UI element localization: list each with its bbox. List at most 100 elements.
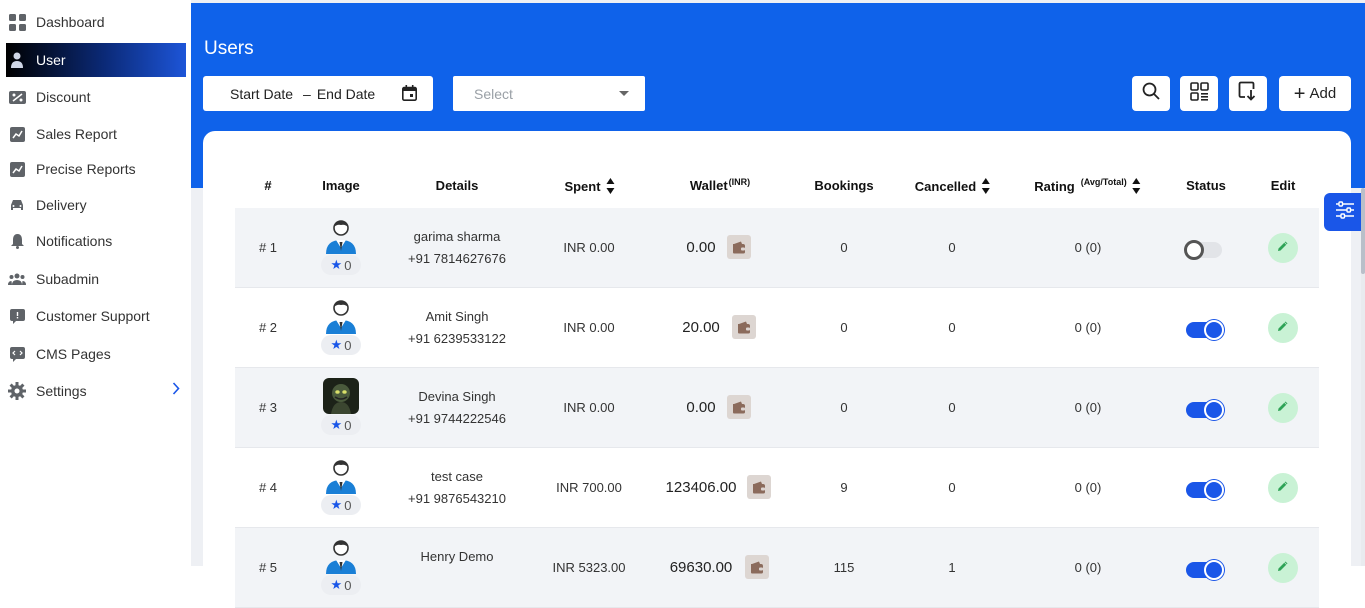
bookings-value: 0 bbox=[840, 400, 848, 415]
sort-icon[interactable] bbox=[1132, 178, 1142, 194]
column-header-wallet: Wallet (INR) bbox=[689, 176, 751, 194]
edit-button[interactable] bbox=[1268, 313, 1298, 343]
sidebar-item-cms-pages[interactable]: CMS Pages bbox=[6, 337, 186, 371]
bookings-value: 0 bbox=[840, 240, 848, 255]
edit-button[interactable] bbox=[1268, 553, 1298, 583]
rating-value: 0 (0) bbox=[1074, 320, 1102, 335]
wallet-icon[interactable] bbox=[747, 475, 771, 499]
wallet-amount: 20.00 bbox=[682, 319, 720, 336]
dashboard-icon bbox=[8, 13, 26, 31]
column-header-number: # bbox=[264, 178, 272, 193]
edit-button[interactable] bbox=[1268, 233, 1298, 263]
sidebar-item-precise-reports[interactable]: Precise Reports bbox=[6, 152, 186, 186]
status-toggle[interactable] bbox=[1186, 320, 1224, 340]
star-icon: ★ bbox=[330, 577, 343, 592]
spent-value: INR 0.00 bbox=[563, 400, 615, 415]
pencil-icon bbox=[1277, 319, 1289, 337]
sidebar-item-dashboard[interactable]: Dashboard bbox=[6, 5, 186, 39]
filter-settings-tab[interactable] bbox=[1324, 193, 1365, 231]
table-row: # 4 ★ 0 test case +91 9876543210 INR 700.00 12… bbox=[235, 448, 1319, 528]
qr-code-button[interactable] bbox=[1180, 76, 1218, 111]
pencil-icon bbox=[1277, 239, 1289, 257]
search-button[interactable] bbox=[1132, 76, 1170, 111]
rating-badge: ★ 0 bbox=[321, 255, 361, 275]
sidebar-item-sales-report[interactable]: Sales Report bbox=[6, 117, 186, 151]
bookings-value: 115 bbox=[833, 560, 855, 575]
sidebar-item-label: Delivery bbox=[36, 197, 87, 213]
status-toggle[interactable] bbox=[1186, 400, 1224, 420]
star-icon: ★ bbox=[330, 497, 343, 512]
rating-badge: ★ 0 bbox=[321, 495, 361, 515]
sidebar-item-notifications[interactable]: Notifications bbox=[6, 224, 186, 258]
user-name: garima sharma bbox=[413, 229, 501, 244]
rating-value: 0 (0) bbox=[1074, 400, 1102, 415]
scrollbar-thumb[interactable] bbox=[1361, 188, 1365, 274]
rating-badge-value: 0 bbox=[344, 337, 352, 353]
pencil-icon bbox=[1277, 479, 1289, 497]
status-toggle[interactable] bbox=[1186, 560, 1224, 580]
star-icon: ★ bbox=[330, 257, 343, 272]
export-download-icon bbox=[1238, 81, 1258, 106]
export-button[interactable] bbox=[1229, 76, 1267, 111]
sidebar-item-subadmin[interactable]: Subadmin bbox=[6, 262, 186, 296]
discount-icon bbox=[8, 88, 26, 106]
sort-icon[interactable] bbox=[606, 178, 616, 194]
plus-icon: + bbox=[1293, 82, 1306, 105]
sidebar-item-label: Dashboard bbox=[36, 14, 105, 30]
support-chat-icon bbox=[8, 307, 26, 325]
table-row: # 5 ★ 0 Henry Demo INR 5323.00 69630.00 115 1 0 … bbox=[235, 528, 1319, 608]
date-range-picker[interactable]: Start Date – End Date bbox=[203, 76, 433, 111]
toggle-knob bbox=[1204, 480, 1224, 500]
sidebar-item-label: Discount bbox=[36, 89, 91, 105]
sales-report-icon bbox=[8, 125, 26, 143]
status-toggle[interactable] bbox=[1186, 480, 1224, 500]
sidebar-item-user[interactable]: User bbox=[6, 43, 186, 77]
row-number: # 5 bbox=[258, 560, 278, 575]
table-row: # 1 ★ 0 garima sharma +91 7814627676 INR 0.00… bbox=[235, 208, 1319, 288]
add-user-button[interactable]: + Add bbox=[1279, 76, 1351, 111]
user-name: test case bbox=[430, 469, 484, 484]
rating-badge-value: 0 bbox=[344, 257, 352, 273]
sidebar-item-delivery[interactable]: Delivery bbox=[6, 188, 186, 222]
start-date-label: Start Date bbox=[230, 85, 294, 102]
wallet-icon[interactable] bbox=[732, 315, 756, 339]
user-avatar-icon bbox=[323, 538, 359, 574]
column-header-cancelled[interactable]: Cancelled bbox=[915, 178, 991, 194]
sidebar-item-label: CMS Pages bbox=[36, 346, 111, 362]
row-number: # 2 bbox=[258, 320, 278, 335]
bookings-value: 9 bbox=[840, 480, 848, 495]
sidebar-item-label: Settings bbox=[36, 383, 87, 399]
rating-sup: (Avg/Total) bbox=[1080, 177, 1127, 187]
user-photo bbox=[323, 378, 359, 414]
column-header-edit: Edit bbox=[1270, 178, 1296, 193]
wallet-currency-sup: (INR) bbox=[728, 176, 751, 187]
wallet-icon[interactable] bbox=[745, 555, 769, 579]
sidebar-item-label: User bbox=[36, 52, 66, 68]
add-button-label: Add bbox=[1309, 85, 1337, 102]
end-date-label: End Date bbox=[316, 85, 376, 102]
column-header-status: Status bbox=[1186, 178, 1226, 193]
wallet-amount: 0.00 bbox=[686, 239, 716, 256]
cancelled-value: 1 bbox=[948, 560, 956, 575]
sidebar-item-settings[interactable]: Settings bbox=[6, 374, 186, 408]
pencil-icon bbox=[1277, 559, 1289, 577]
user-phone: +91 6239533122 bbox=[408, 331, 506, 346]
rating-value: 0 (0) bbox=[1074, 480, 1102, 495]
edit-button[interactable] bbox=[1268, 473, 1298, 503]
sidebar-item-customer-support[interactable]: Customer Support bbox=[6, 299, 186, 333]
filter-select[interactable]: Select bbox=[453, 76, 645, 111]
status-toggle[interactable] bbox=[1184, 240, 1222, 260]
spent-value: INR 0.00 bbox=[563, 320, 615, 335]
wallet-icon[interactable] bbox=[727, 235, 751, 259]
edit-button[interactable] bbox=[1268, 393, 1298, 423]
sort-icon[interactable] bbox=[982, 178, 991, 194]
column-header-rating[interactable]: Rating (Avg/Total) bbox=[1034, 177, 1142, 194]
wallet-icon[interactable] bbox=[727, 395, 751, 419]
column-header-spent[interactable]: Spent bbox=[564, 178, 615, 194]
table-row: # 3 ★ 0 Devina Singh +91 9744222546 INR 0.00 0… bbox=[235, 368, 1319, 448]
table-row: # 2 ★ 0 Amit Singh +91 6239533122 INR 0.00 20.… bbox=[235, 288, 1319, 368]
sidebar-item-discount[interactable]: Discount bbox=[6, 80, 186, 114]
calendar-icon[interactable] bbox=[402, 85, 417, 101]
wallet-amount: 0.00 bbox=[686, 399, 716, 416]
sliders-icon bbox=[1335, 200, 1355, 224]
